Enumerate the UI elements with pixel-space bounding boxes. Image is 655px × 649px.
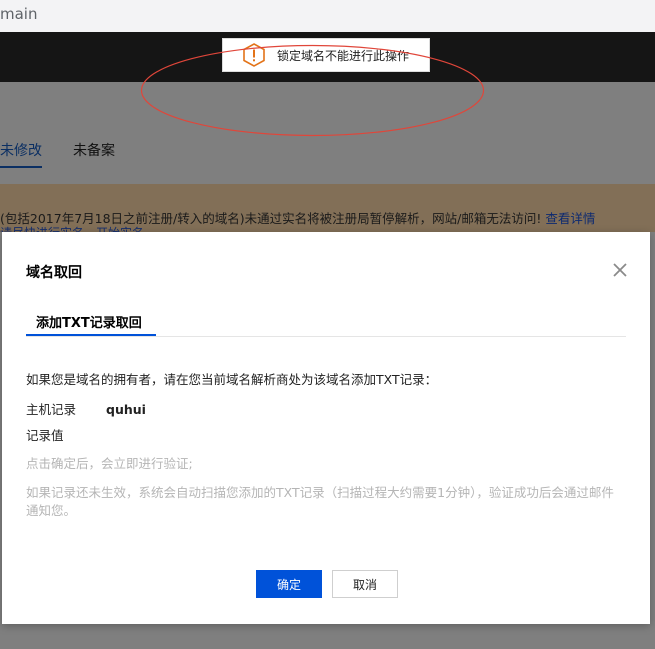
host-record-value: quhui bbox=[106, 402, 146, 417]
verify-hint: 点击确定后，会立即进行验证; bbox=[26, 456, 193, 471]
record-value-row: 记录值 bbox=[26, 425, 106, 444]
toast-text: 锁定域名不能进行此操作 bbox=[277, 48, 410, 63]
cancel-button[interactable]: 取消 bbox=[332, 570, 398, 598]
url-text: main bbox=[0, 5, 38, 23]
dialog-description: 如果您是域名的拥有者，请在您当前域名解析商处为该域名添加TXT记录： bbox=[26, 372, 438, 387]
notice-details-link[interactable]: 查看详情 bbox=[545, 211, 595, 226]
domain-status-tabs: 未修改 未备案 bbox=[0, 132, 655, 168]
tab-add-txt-record[interactable]: 添加TXT记录取回 bbox=[26, 312, 156, 336]
notice-sub-text[interactable]: 请尽快进行实名，开始实名 bbox=[0, 224, 144, 232]
record-value-label: 记录值 bbox=[26, 428, 64, 443]
dialog-title: 域名取回 bbox=[26, 265, 82, 281]
toast-message: 锁定域名不能进行此操作 bbox=[222, 38, 430, 72]
tab-unfiled[interactable]: 未备案 bbox=[73, 140, 115, 160]
confirm-button[interactable]: 确定 bbox=[256, 570, 322, 598]
close-icon[interactable] bbox=[613, 263, 627, 277]
domain-retrieve-dialog: 域名取回 添加TXT记录取回 如果您是域名的拥有者，请在您当前域名解析商处为该域… bbox=[2, 232, 650, 624]
scan-hint: 如果记录还未生效，系统会自动扫描您添加的TXT记录（扫描过程大约需要1分钟），验… bbox=[26, 485, 614, 518]
tab-divider bbox=[26, 336, 626, 337]
browser-url-bar[interactable]: main bbox=[0, 0, 655, 32]
tab-add-txt-record-label: 添加TXT记录取回 bbox=[36, 316, 142, 331]
warning-icon bbox=[243, 43, 265, 67]
host-record-row: 主机记录 quhui bbox=[26, 399, 146, 418]
host-record-label: 主机记录 bbox=[26, 402, 77, 417]
tab-unmodified[interactable]: 未修改 bbox=[0, 140, 42, 168]
realname-notice-banner: (包括2017年7月18日之前注册/转入的域名)未通过实名将被注册局暂停解析，网… bbox=[0, 184, 655, 232]
